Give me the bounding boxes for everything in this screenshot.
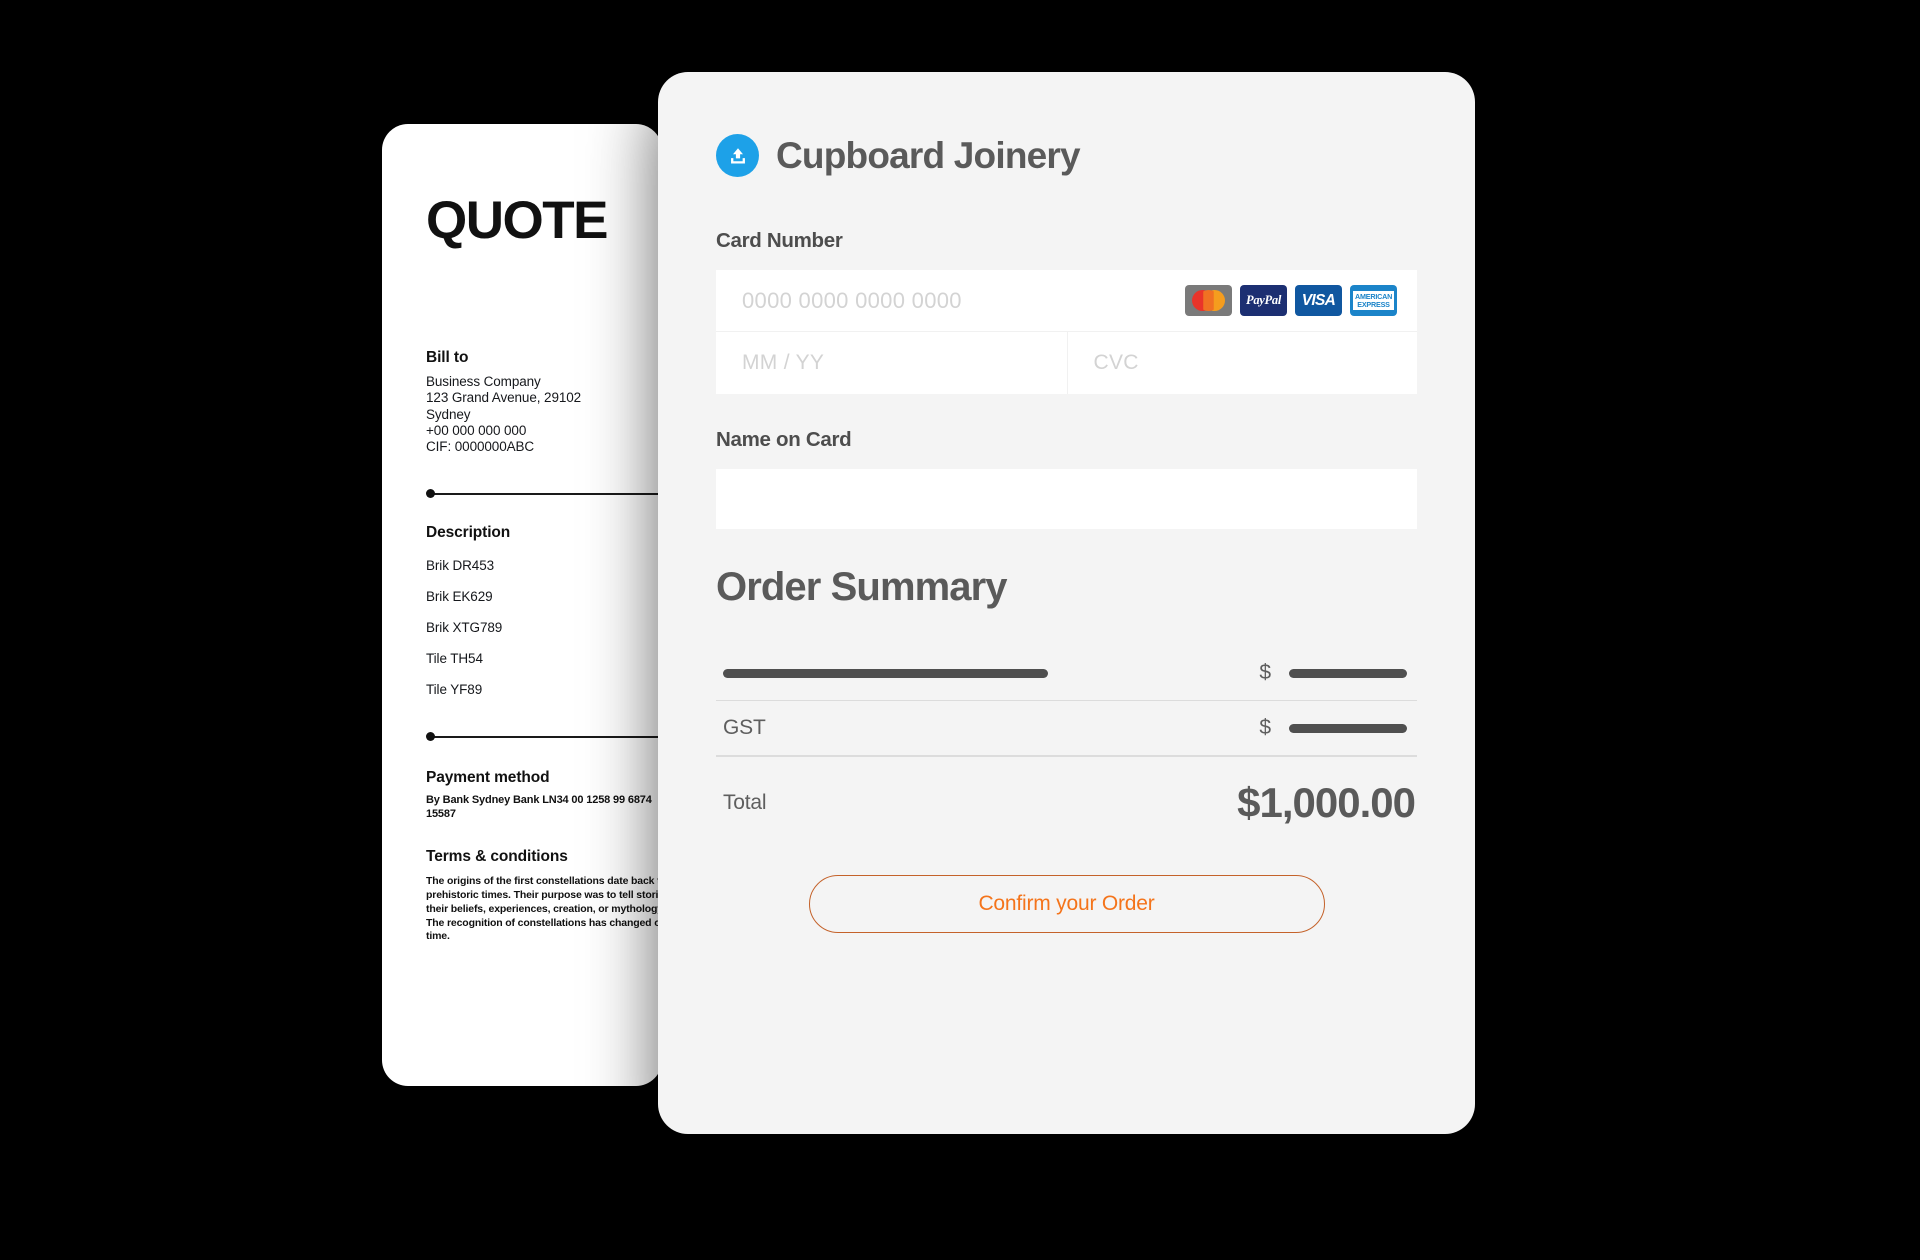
section-divider-bottom <box>426 731 662 743</box>
amex-label-box: AMERICAN EXPRESS <box>1353 290 1394 311</box>
gst-amount-group: $ <box>1259 716 1407 740</box>
total-label: Total <box>723 790 767 814</box>
quote-document-content: QUOTE Bill to Business Company 123 Grand… <box>382 124 662 1086</box>
bill-to-heading: Bill to <box>426 349 469 366</box>
divider-dot <box>426 732 435 742</box>
name-on-card-cell <box>716 469 1417 529</box>
brand-header: Cupboard Joinery <box>716 134 1417 177</box>
summary-item-label-placeholder <box>723 668 1048 678</box>
list-item: Brik DR453 <box>426 558 495 574</box>
divider-line <box>430 493 662 496</box>
brand-name: Cupboard Joinery <box>776 134 1081 176</box>
cvc-input[interactable] <box>1093 351 1391 375</box>
summary-row-item: $ <box>716 646 1417 700</box>
cvc-cell <box>1066 332 1417 394</box>
amex-label-line2: EXPRESS <box>1357 299 1390 309</box>
bill-to-line-city: Sydney <box>426 406 471 422</box>
mockup-stage: QUOTE Bill to Business Company 123 Grand… <box>0 0 1920 1260</box>
section-divider-top <box>426 488 662 500</box>
summary-row-gst: GST $ <box>716 701 1417 755</box>
paypal-icon: PayPal <box>1240 285 1287 316</box>
summary-item-amount-placeholder <box>1289 668 1407 678</box>
bill-to-line-company: Business Company <box>426 374 541 389</box>
terms-conditions-section: Terms & conditions The origins of the fi… <box>426 848 662 944</box>
name-on-card-input[interactable] <box>742 469 1391 529</box>
summary-item-amount-group: $ <box>1259 661 1407 685</box>
summary-row-total: Total $1,000.00 <box>716 757 1417 849</box>
paypal-label: PayPal <box>1246 293 1281 307</box>
list-item: Tile YF89 <box>426 682 483 698</box>
card-brand-icons: PayPal VISA AMERICAN EXPRESS <box>1185 285 1397 316</box>
bill-to-line-phone: +00 000 000 000 <box>426 422 527 438</box>
description-section: Description Brik DR453 Brik EK629 Brik X… <box>426 524 662 697</box>
currency-symbol: $ <box>1259 716 1271 740</box>
terms-heading: Terms & conditions <box>426 847 568 865</box>
quote-title: QUOTE <box>426 191 608 250</box>
divider-line <box>430 736 662 739</box>
upload-circle-icon <box>716 134 759 177</box>
bill-to-section: Bill to Business Company 123 Grand Avenu… <box>426 349 662 454</box>
expiry-input[interactable] <box>742 351 1041 375</box>
confirm-order-button[interactable]: Confirm your Order <box>808 874 1325 933</box>
card-number-row: PayPal VISA AMERICAN EXPRESS <box>716 270 1417 332</box>
gst-amount-placeholder <box>1289 723 1407 733</box>
payment-checkout-card: Cupboard Joinery Card Number PayPal <box>658 72 1475 1134</box>
bill-to-line-street: 123 Grand Avenue, 29102 <box>426 390 582 406</box>
divider-dot <box>426 489 435 499</box>
expiry-cell <box>716 332 1067 394</box>
mastercard-circles <box>1192 290 1225 311</box>
name-on-card-label: Name on Card <box>716 428 852 451</box>
visa-icon: VISA <box>1295 285 1342 316</box>
mastercard-icon <box>1185 285 1232 316</box>
payment-method-text: By Bank Sydney Bank LN34 00 1258 99 6874… <box>426 794 652 821</box>
list-item: Tile TH54 <box>426 651 483 667</box>
currency-symbol: $ <box>1259 661 1271 684</box>
card-number-label: Card Number <box>716 229 843 252</box>
card-number-input[interactable] <box>742 270 1185 331</box>
visa-label: VISA <box>1301 291 1336 309</box>
bill-to-line-cif: CIF: 0000000ABC <box>426 439 535 455</box>
payment-method-heading: Payment method <box>426 769 550 787</box>
card-fields-group: PayPal VISA AMERICAN EXPRESS <box>716 270 1417 394</box>
gst-label: GST <box>723 716 766 740</box>
payment-method-section: Payment method By Bank Sydney Bank LN34 … <box>426 769 662 822</box>
terms-text: The origins of the first constellations … <box>426 874 662 943</box>
expiry-cvc-row <box>716 332 1417 394</box>
list-item: Brik XTG789 <box>426 620 503 636</box>
list-item: Brik EK629 <box>426 589 493 605</box>
quote-document-card: QUOTE Bill to Business Company 123 Grand… <box>382 124 662 1086</box>
order-summary-title: Order Summary <box>716 565 1008 609</box>
amex-icon: AMERICAN EXPRESS <box>1350 285 1397 316</box>
total-value: $1,000.00 <box>1237 778 1416 826</box>
description-heading: Description <box>426 524 511 542</box>
